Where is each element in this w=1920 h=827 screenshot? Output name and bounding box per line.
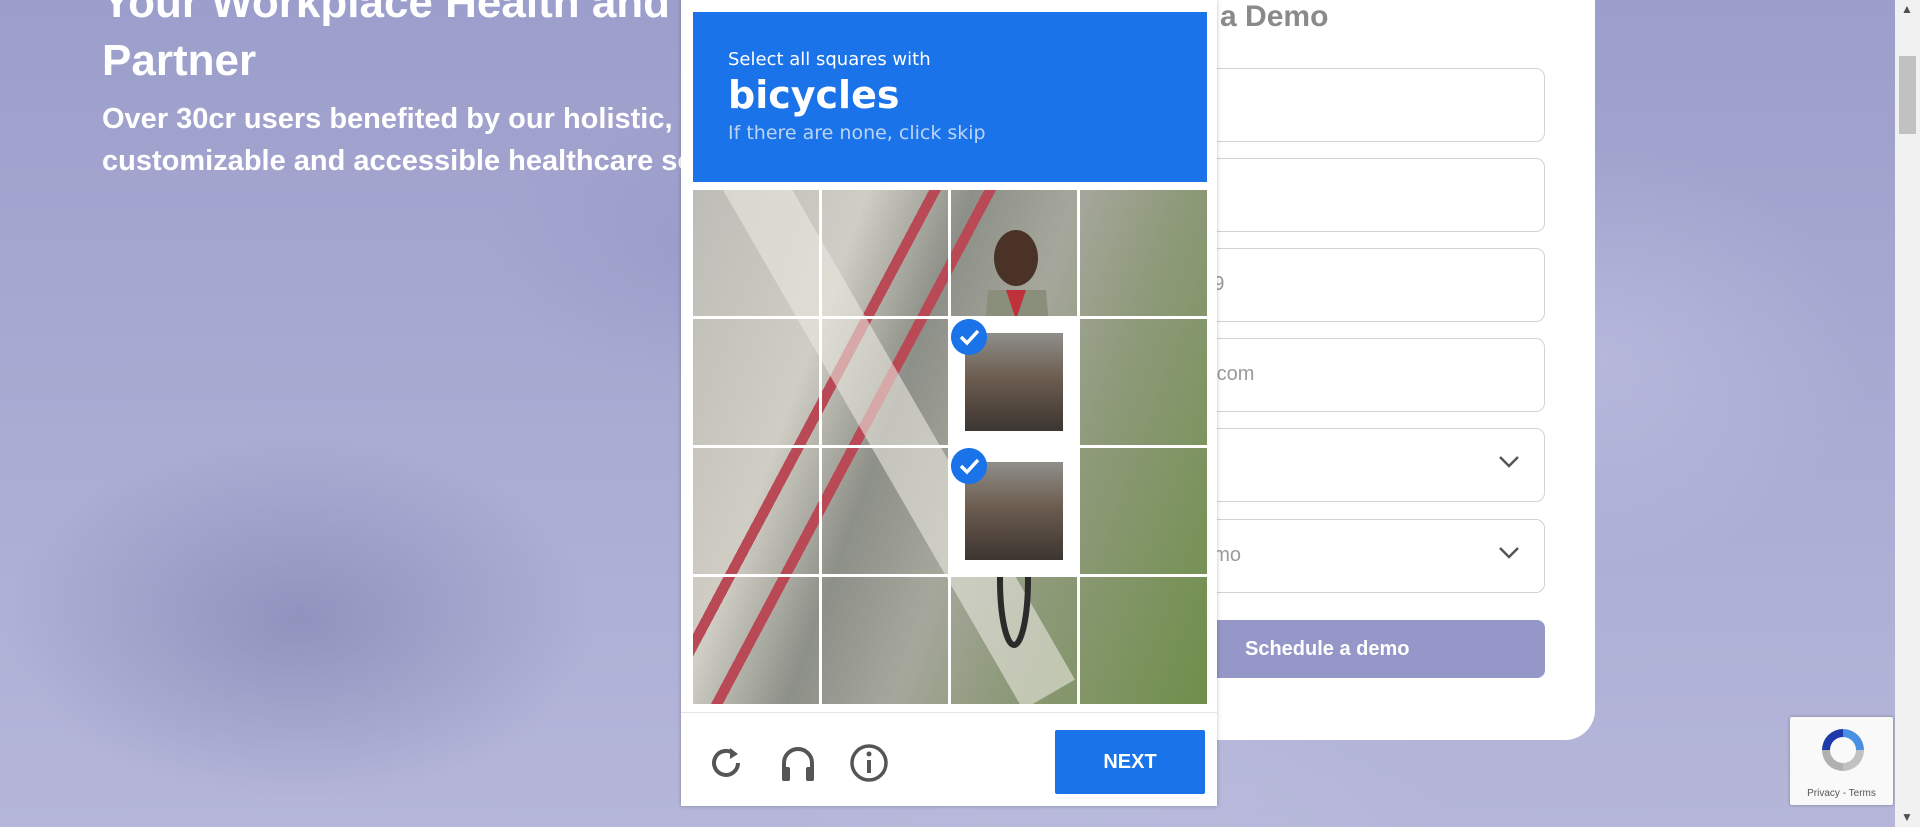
headphones-icon[interactable] — [778, 743, 818, 783]
scrollbar-thumb[interactable] — [1899, 56, 1916, 134]
scroll-down-icon[interactable]: ▼ — [1901, 810, 1913, 824]
checkmark-icon — [951, 319, 987, 355]
scroll-up-icon[interactable]: ▲ — [1901, 2, 1913, 16]
info-icon[interactable] — [849, 743, 889, 783]
chevron-down-icon — [1499, 547, 1519, 559]
recaptcha-badge[interactable]: Privacy - Terms — [1790, 717, 1893, 805]
captcha-header: Select all squares with bicycles If ther… — [693, 12, 1207, 182]
captcha-image-grid — [693, 190, 1207, 704]
purpose-select[interactable]: demo — [1180, 519, 1545, 593]
email-field[interactable]: ail.com — [1180, 338, 1545, 412]
hero-title: Your Workplace Health and We Partner — [102, 0, 748, 85]
reload-icon[interactable] — [706, 743, 746, 783]
captcha-instruction: Select all squares with — [728, 49, 931, 70]
employees-select[interactable]: 0 — [1180, 428, 1545, 502]
name-field[interactable] — [1180, 68, 1545, 142]
captcha-tile-selected[interactable] — [951, 319, 1077, 445]
recaptcha-logo-icon — [1822, 729, 1864, 771]
captcha-tile-selected[interactable] — [951, 448, 1077, 574]
company-field[interactable]: t — [1180, 158, 1545, 232]
captcha-hint: If there are none, click skip — [728, 122, 986, 144]
schedule-demo-button[interactable]: Schedule a demo — [1180, 620, 1545, 678]
chevron-down-icon — [1499, 456, 1519, 468]
captcha-target: bicycles — [728, 73, 900, 117]
captcha-dialog: Select all squares with bicycles If ther… — [681, 0, 1217, 806]
phone-field[interactable]: 999 — [1180, 248, 1545, 322]
next-button[interactable]: NEXT — [1055, 730, 1205, 794]
recaptcha-links[interactable]: Privacy - Terms — [1790, 788, 1893, 799]
captcha-footer: NEXT — [681, 712, 1217, 807]
checkmark-icon — [951, 448, 987, 484]
